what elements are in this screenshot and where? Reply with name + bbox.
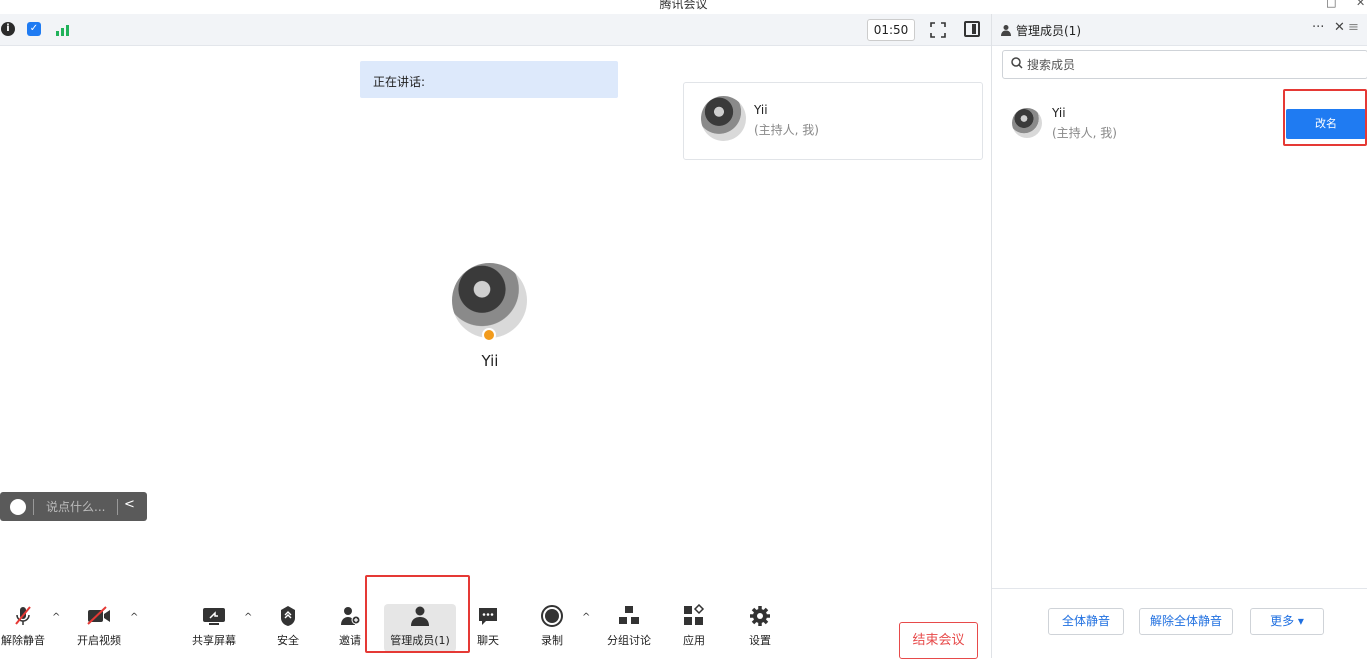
close-window-icon[interactable]: ✕ (1356, 0, 1365, 9)
emoji-icon[interactable] (10, 499, 26, 515)
toolbar-label: 开启视频 (77, 634, 121, 647)
apps-button[interactable]: 应用 (676, 603, 712, 652)
menu-icon[interactable]: ≡ (1348, 20, 1367, 35)
chevron-up-icon[interactable]: ^ (582, 612, 590, 623)
start-video-button[interactable]: 开启视频 (72, 604, 126, 652)
toolbar-label: 安全 (277, 634, 299, 647)
window-titlebar: 腾讯会议 □ ✕ (0, 0, 1367, 14)
breakout-button[interactable]: 分组讨论 (600, 604, 658, 652)
highlight-box (1283, 89, 1367, 146)
share-screen-button[interactable]: 共享屏幕 (188, 604, 240, 652)
more-icon[interactable]: ··· (1312, 20, 1324, 35)
share-screen-icon (188, 604, 240, 628)
main-participant-name: Yii (481, 352, 499, 370)
mic-off-icon (0, 604, 46, 628)
main-avatar (452, 263, 527, 338)
toolbar-label: 分组讨论 (607, 634, 651, 647)
chat-placeholder[interactable]: 说点什么... (46, 498, 105, 515)
participant-role: (主持人, 我) (754, 123, 819, 137)
search-input[interactable] (1027, 55, 1327, 75)
settings-icon (742, 604, 778, 628)
layout-toggle-icon[interactable] (964, 21, 980, 37)
chevron-up-icon[interactable]: ^ (52, 612, 60, 623)
search-icon (1011, 57, 1023, 72)
avatar (1012, 108, 1042, 138)
signal-icon[interactable] (55, 22, 71, 36)
collapse-icon[interactable]: < (124, 497, 135, 512)
invite-icon (330, 604, 370, 628)
settings-button[interactable]: 设置 (742, 604, 778, 652)
highlight-box (365, 575, 470, 653)
info-icon[interactable]: i (1, 22, 15, 36)
chat-button[interactable]: 聊天 (470, 604, 506, 652)
unmute-button[interactable]: 解除静音 (0, 604, 46, 652)
video-off-icon (72, 604, 126, 628)
member-name: Yii (1052, 106, 1066, 120)
restore-icon[interactable]: □ (1326, 0, 1336, 9)
participant-tile[interactable]: Yii (主持人, 我) (683, 82, 983, 160)
panel-header: 管理成员(1) ··· ✕ ≡ (992, 14, 1367, 46)
fullscreen-icon[interactable] (930, 22, 946, 38)
panel-footer: 全体静音 解除全体静音 更多 ▾ (992, 588, 1367, 658)
toolbar-label: 聊天 (477, 634, 499, 647)
chat-icon (470, 604, 506, 628)
toolbar-label: 设置 (749, 634, 771, 647)
toolbar-label: 解除静音 (1, 634, 45, 647)
security-icon (270, 604, 306, 628)
meeting-toolbar: 解除静音 ^ 开启视频 ^ 共享屏幕 ^ 安全 邀请 管理成员(1) 聊天 录制… (0, 588, 991, 659)
divider (117, 499, 118, 515)
toolbar-label: 共享屏幕 (192, 634, 236, 647)
toolbar-label: 邀请 (339, 634, 361, 647)
participant-name: Yii (754, 103, 768, 117)
toolbar-label: 录制 (541, 634, 563, 647)
record-button[interactable]: 录制 (534, 604, 570, 652)
more-button[interactable]: 更多 ▾ (1250, 608, 1324, 635)
meeting-area: i ✓ 01:50 正在讲话: Yii (主持人, 我) Yii 说点什么...… (0, 14, 991, 659)
record-icon (534, 604, 570, 628)
panel-title: 管理成员(1) (1016, 24, 1081, 38)
end-meeting-button[interactable]: 结束会议 (899, 622, 978, 659)
chevron-up-icon[interactable]: ^ (244, 612, 252, 623)
avatar (701, 96, 746, 141)
invite-button[interactable]: 邀请 (330, 604, 370, 652)
members-icon (1000, 24, 1012, 39)
breakout-icon (600, 604, 658, 628)
toolbar-label: 应用 (683, 634, 705, 647)
host-badge-icon (482, 328, 496, 342)
chevron-up-icon[interactable]: ^ (130, 612, 138, 623)
mute-all-button[interactable]: 全体静音 (1048, 608, 1124, 635)
meeting-topbar: i ✓ 01:50 (0, 14, 991, 46)
divider (33, 499, 34, 515)
window-title: 腾讯会议 (659, 0, 708, 11)
shield-icon[interactable]: ✓ (27, 22, 41, 36)
member-search[interactable] (1002, 50, 1367, 79)
member-role: (主持人, 我) (1052, 126, 1117, 140)
close-icon[interactable]: ✕ (1334, 20, 1345, 35)
apps-icon (676, 603, 712, 628)
security-button[interactable]: 安全 (270, 604, 306, 652)
quick-chat-bar[interactable]: 说点什么... < (0, 492, 147, 521)
speaking-indicator: 正在讲话: (360, 61, 618, 98)
unmute-all-button[interactable]: 解除全体静音 (1139, 608, 1233, 635)
meeting-timer: 01:50 (867, 19, 915, 41)
